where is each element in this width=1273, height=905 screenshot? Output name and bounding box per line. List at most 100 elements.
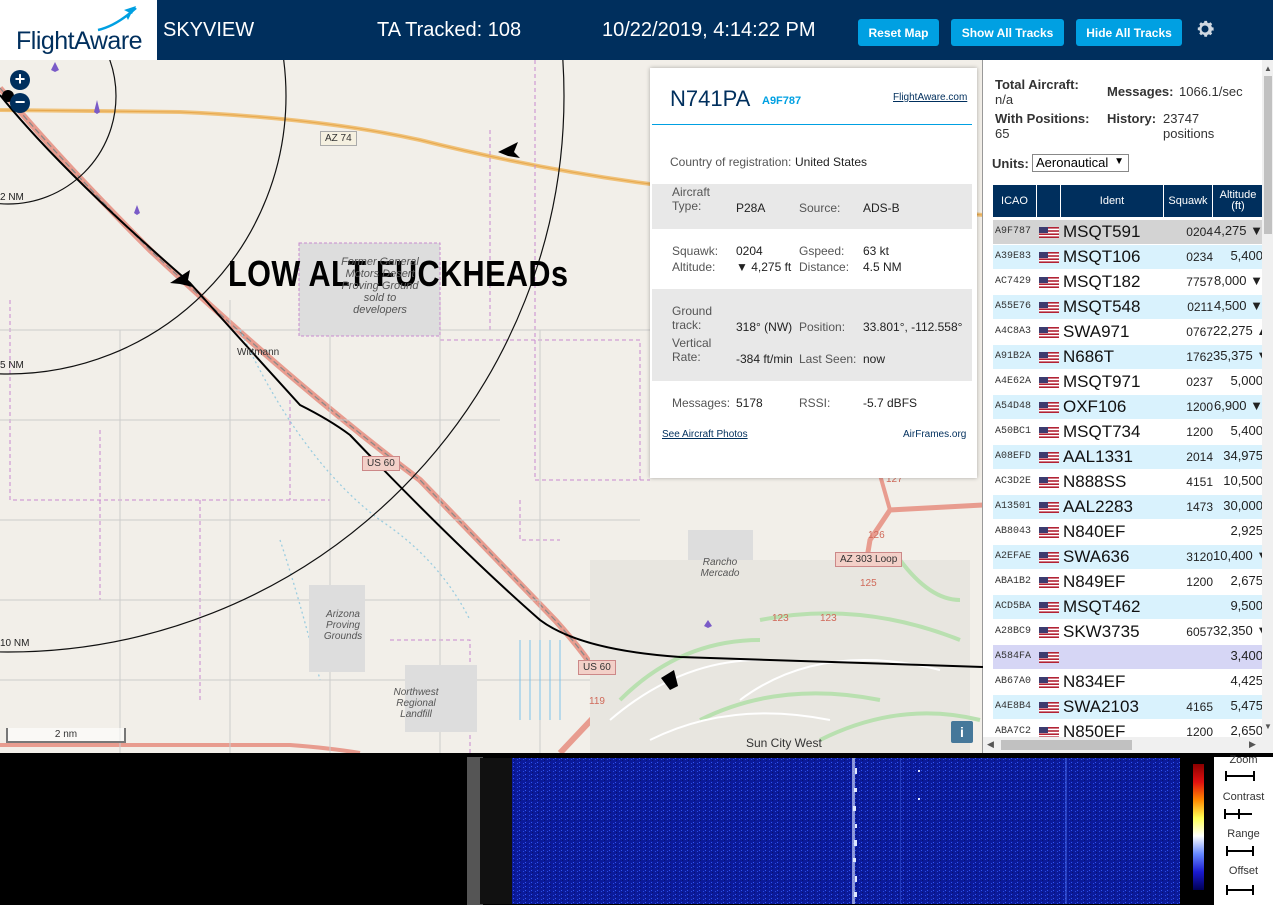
col-ident[interactable]: Ident bbox=[1061, 185, 1164, 217]
table-row[interactable]: A584FA 3,400 bbox=[993, 645, 1263, 669]
table-row[interactable]: AB8043 N840EF 2,925 bbox=[993, 520, 1263, 544]
road-label-126: 126 bbox=[868, 530, 885, 541]
cell-ident: OXF106 bbox=[1063, 397, 1127, 416]
cell-icao: ABA1B2 bbox=[995, 576, 1032, 587]
ground-track-value: 318° (NW) bbox=[736, 320, 793, 334]
col-icao[interactable]: ICAO bbox=[993, 185, 1037, 217]
cell-icao: AB8043 bbox=[995, 526, 1032, 537]
col-flag[interactable] bbox=[1037, 185, 1061, 217]
contrast-slider[interactable] bbox=[1224, 809, 1252, 819]
us-flag-icon bbox=[1039, 327, 1059, 338]
table-row[interactable]: AC7429 MSQT182 7757 8,000 ▼ bbox=[993, 270, 1263, 294]
cell-ident: AAL1331 bbox=[1063, 447, 1133, 466]
squawk-label: Squawk: bbox=[672, 244, 719, 258]
us-flag-icon bbox=[1039, 702, 1059, 713]
ring-label-2nm: 2 NM bbox=[0, 192, 24, 203]
units-select[interactable]: Aeronautical ▼ bbox=[1032, 154, 1129, 172]
place-label-northwest-landfill: Northwest Regional Landfill bbox=[393, 687, 439, 720]
gear-icon[interactable] bbox=[1193, 17, 1217, 41]
popup-hex: A9F787 bbox=[762, 95, 802, 107]
table-row[interactable]: A08EFD AAL1331 2014 34,975 bbox=[993, 445, 1263, 469]
last-seen-label: Last Seen: bbox=[799, 352, 857, 366]
table-row[interactable]: AC3D2E N888SS 4151 10,500 bbox=[993, 470, 1263, 494]
scroll-right-icon[interactable]: ▶ bbox=[1249, 739, 1256, 750]
ring-label-5nm: 5 NM bbox=[0, 360, 24, 371]
cell-altitude: 2,675 bbox=[1230, 573, 1263, 588]
flightaware-link[interactable]: FlightAware.com bbox=[893, 92, 967, 103]
with-positions-value: 65 bbox=[995, 126, 1010, 141]
cell-altitude: 22,275 ▲ bbox=[1213, 323, 1263, 338]
table-row[interactable]: A2EFAE SWA636 3120 10,400 ▼ bbox=[993, 545, 1263, 569]
cell-squawk: 0204 bbox=[1186, 225, 1213, 239]
zoom-slider[interactable] bbox=[1225, 771, 1255, 781]
hide-all-tracks-button[interactable]: Hide All Tracks bbox=[1076, 19, 1182, 46]
table-row[interactable]: A4E62A MSQT971 0237 5,000 bbox=[993, 370, 1263, 394]
table-row[interactable]: A28BC9 SKW3735 6057 32,350 ▼ bbox=[993, 620, 1263, 644]
cell-squawk: 0237 bbox=[1186, 375, 1213, 389]
history-value: 23747 positions bbox=[1163, 111, 1215, 141]
reset-map-button[interactable]: Reset Map bbox=[858, 19, 939, 46]
scroll-down-icon[interactable]: ▼ bbox=[1264, 722, 1272, 731]
zoom-out-button[interactable]: − bbox=[10, 93, 30, 113]
range-slider[interactable] bbox=[1226, 846, 1254, 856]
cell-altitude: 32,350 ▼ bbox=[1213, 623, 1263, 638]
scroll-up-icon[interactable]: ▲ bbox=[1264, 64, 1272, 73]
table-row[interactable]: A54D48 OXF106 1200 6,900 ▼ bbox=[993, 395, 1263, 419]
table-row[interactable]: ABA1B2 N849EF 1200 2,675 bbox=[993, 570, 1263, 594]
cell-icao: AB67A0 bbox=[995, 676, 1032, 687]
us-flag-icon bbox=[1039, 402, 1059, 413]
table-row[interactable]: A50BC1 MSQT734 1200 5,400 bbox=[993, 420, 1263, 444]
chevron-down-icon: ▼ bbox=[1114, 156, 1124, 167]
cell-altitude: 3,400 bbox=[1230, 648, 1263, 663]
flightaware-logo[interactable]: FlightAware bbox=[0, 0, 157, 60]
messages-value: 5178 bbox=[736, 396, 763, 410]
road-label-us60-1: US 60 bbox=[362, 456, 400, 471]
road-label-125: 125 bbox=[860, 578, 877, 589]
table-row[interactable]: ACD5BA MSQT462 9,500 bbox=[993, 595, 1263, 619]
units-value: Aeronautical bbox=[1036, 155, 1109, 170]
cell-ident: AAL2283 bbox=[1063, 497, 1133, 516]
table-row[interactable]: A4C8A3 SWA971 0767 22,275 ▲ bbox=[993, 320, 1263, 344]
map-scale: 2 nm bbox=[6, 728, 126, 743]
ring-label-10nm: 10 NM bbox=[0, 638, 30, 649]
cell-ident: MSQT548 bbox=[1063, 297, 1141, 316]
airframes-link[interactable]: AirFrames.org bbox=[903, 429, 966, 440]
cell-icao: AC3D2E bbox=[995, 476, 1032, 487]
waterfall-display bbox=[480, 758, 1180, 904]
popup-divider bbox=[652, 124, 972, 125]
cell-icao: A9F787 bbox=[995, 226, 1032, 237]
scroll-left-icon[interactable]: ◀ bbox=[987, 739, 994, 750]
cell-altitude: 35,375 ▼ bbox=[1213, 348, 1263, 363]
messages-label: Messages: bbox=[672, 396, 731, 410]
table-row[interactable]: A55E76 MSQT548 0211 4,500 ▼ bbox=[993, 295, 1263, 319]
total-aircraft-label: Total Aircraft: bbox=[995, 77, 1079, 92]
cell-icao: A4C8A3 bbox=[995, 326, 1032, 337]
cell-altitude: 30,000 bbox=[1223, 498, 1263, 513]
cell-altitude: 2,925 bbox=[1230, 523, 1263, 538]
offset-slider[interactable] bbox=[1226, 885, 1254, 895]
show-all-tracks-button[interactable]: Show All Tracks bbox=[951, 19, 1064, 46]
color-scale-bar bbox=[1193, 764, 1204, 890]
panel-horizontal-scroll-thumb[interactable] bbox=[1001, 740, 1132, 750]
table-row[interactable]: AB67A0 N834EF 4,425 bbox=[993, 670, 1263, 694]
total-aircraft-value: n/a bbox=[995, 92, 1014, 107]
col-altitude[interactable]: Altitude (ft) bbox=[1213, 185, 1263, 217]
zoom-in-button[interactable]: + bbox=[10, 70, 30, 90]
cell-ident: N686T bbox=[1063, 347, 1115, 366]
aircraft-photos-link[interactable]: See Aircraft Photos bbox=[662, 429, 748, 440]
table-row[interactable]: A13501 AAL2283 1473 30,000 bbox=[993, 495, 1263, 519]
position-label: Position: bbox=[799, 320, 846, 334]
panel-vertical-scroll-thumb[interactable] bbox=[1264, 76, 1272, 234]
map-info-button[interactable]: i bbox=[951, 721, 973, 743]
table-row[interactable]: A4E8B4 SWA2103 4165 5,475 bbox=[993, 695, 1263, 719]
table-row[interactable]: A91B2A N686T 1762 35,375 ▼ bbox=[993, 345, 1263, 369]
col-squawk[interactable]: Squawk bbox=[1164, 185, 1213, 217]
cell-squawk: 1762 bbox=[1186, 350, 1213, 364]
cell-altitude: 4,275 ▼ bbox=[1213, 223, 1263, 238]
us-flag-icon bbox=[1039, 302, 1059, 313]
table-row[interactable]: A9F787 MSQT591 0204 4,275 ▼ bbox=[993, 220, 1263, 244]
gspeed-value: 63 kt bbox=[863, 244, 890, 258]
cell-icao: A4E62A bbox=[995, 376, 1032, 387]
cell-icao: A2EFAE bbox=[995, 551, 1032, 562]
table-row[interactable]: A39E83 MSQT106 0234 5,400 bbox=[993, 245, 1263, 269]
